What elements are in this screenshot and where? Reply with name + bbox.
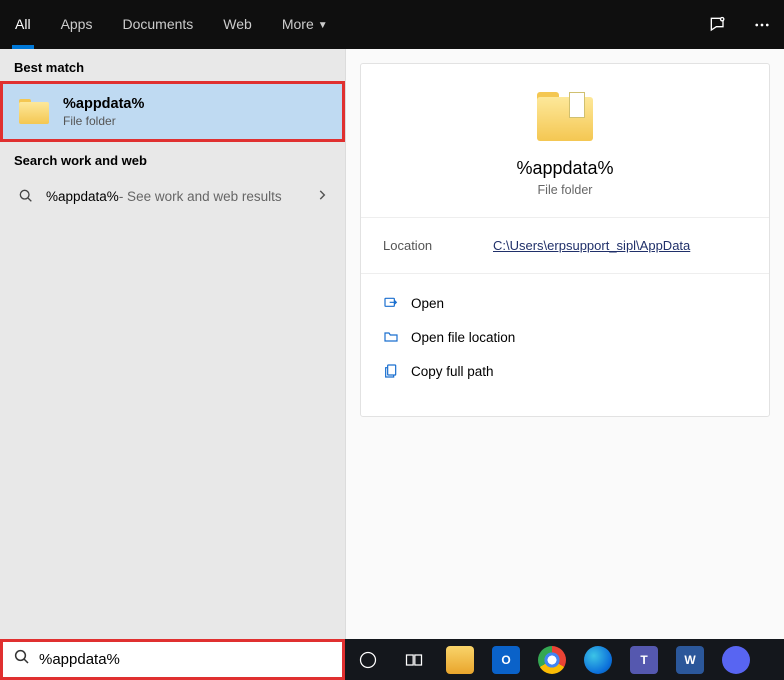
open-action[interactable]: Open <box>383 286 747 320</box>
search-icon <box>13 648 31 671</box>
results-panel: Best match %appdata% File folder Search … <box>0 49 345 639</box>
open-location-label: Open file location <box>411 330 515 345</box>
open-icon <box>383 295 411 311</box>
location-path[interactable]: C:\Users\erpsupport_sipl\AppData <box>493 238 690 253</box>
task-view-icon[interactable] <box>397 643 431 677</box>
open-location-action[interactable]: Open file location <box>383 320 747 354</box>
tab-apps[interactable]: Apps <box>46 0 108 49</box>
work-web-label: Search work and web <box>0 142 345 174</box>
search-category-tabs: All Apps Documents Web More▼ <box>0 0 784 49</box>
best-match-label: Best match <box>0 49 345 81</box>
tab-more[interactable]: More▼ <box>267 0 343 49</box>
details-title: %appdata% <box>379 158 751 179</box>
word-icon[interactable]: W <box>673 643 707 677</box>
web-result-row[interactable]: %appdata% - See work and web results <box>0 174 345 218</box>
open-action-label: Open <box>411 296 444 311</box>
outlook-icon[interactable]: O <box>489 643 523 677</box>
cortana-icon[interactable] <box>351 643 385 677</box>
search-input[interactable] <box>39 651 332 668</box>
folder-open-icon <box>383 329 411 345</box>
search-box[interactable] <box>0 639 345 680</box>
folder-icon-large <box>537 92 593 140</box>
web-result-term: %appdata% <box>46 189 119 204</box>
discord-icon[interactable] <box>719 643 753 677</box>
chevron-right-icon <box>315 188 329 205</box>
copy-path-action[interactable]: Copy full path <box>383 354 747 388</box>
chrome-icon[interactable] <box>535 643 569 677</box>
web-result-desc: - See work and web results <box>119 189 282 204</box>
folder-icon <box>19 99 49 125</box>
taskbar: O T W <box>345 639 784 680</box>
location-label: Location <box>383 238 493 253</box>
search-icon <box>16 188 36 204</box>
details-subtitle: File folder <box>379 183 751 197</box>
edge-icon[interactable] <box>581 643 615 677</box>
tab-web[interactable]: Web <box>208 0 267 49</box>
details-panel: %appdata% File folder Location C:\Users\… <box>345 49 784 639</box>
copy-path-label: Copy full path <box>411 364 494 379</box>
feedback-icon[interactable] <box>696 0 740 49</box>
more-options-icon[interactable] <box>740 0 784 49</box>
teams-icon[interactable]: T <box>627 643 661 677</box>
result-title: %appdata% <box>63 96 144 112</box>
result-subtitle: File folder <box>63 114 144 128</box>
tab-all[interactable]: All <box>0 0 46 49</box>
best-match-result[interactable]: %appdata% File folder <box>0 81 345 142</box>
file-explorer-icon[interactable] <box>443 643 477 677</box>
tab-documents[interactable]: Documents <box>107 0 208 49</box>
chevron-down-icon: ▼ <box>318 20 328 31</box>
copy-icon <box>383 363 411 379</box>
